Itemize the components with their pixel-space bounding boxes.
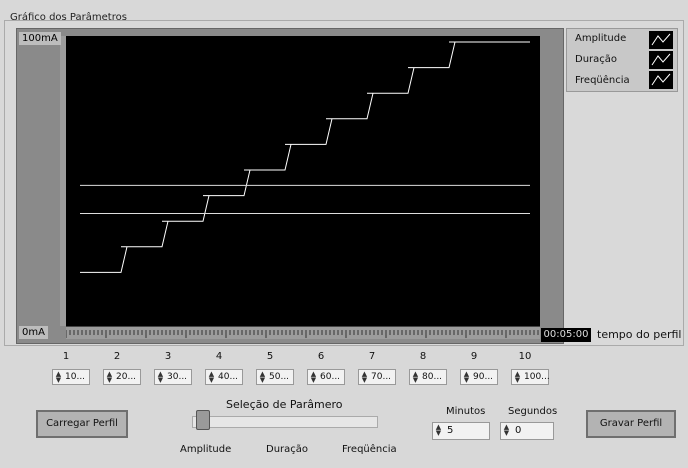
- param-value-2[interactable]: ▲ ▼ 20...: [103, 369, 141, 385]
- selector-option-duracao[interactable]: Duração: [266, 444, 308, 455]
- param-number-3: 3: [164, 351, 172, 362]
- param-value-text: 60...: [320, 372, 341, 382]
- parameter-selector-track[interactable]: [192, 416, 378, 428]
- seconds-label: Segundos: [508, 406, 558, 417]
- param-value-10[interactable]: ▲ ▼ 100...: [511, 369, 550, 385]
- seconds-field[interactable]: ▲ ▼ 0: [500, 422, 554, 440]
- series-amplitude-line: [80, 41, 530, 273]
- spinner-icon[interactable]: ▲ ▼: [207, 371, 216, 384]
- param-value-9[interactable]: ▲ ▼ 90...: [460, 369, 498, 385]
- spinner-icon[interactable]: ▲ ▼: [309, 371, 318, 384]
- legend-duracao: Duração: [575, 54, 618, 65]
- legend-amplitude: Amplitude: [575, 33, 627, 44]
- param-value-text: 30...: [167, 372, 188, 382]
- legend-frequencia: Freqüência: [575, 75, 630, 86]
- chart-svg: [80, 41, 530, 273]
- param-number-2: 2: [113, 351, 121, 362]
- param-value-text: 50...: [269, 372, 290, 382]
- param-value-text: 70...: [371, 372, 392, 382]
- param-number-7: 7: [368, 351, 376, 362]
- spinner-icon[interactable]: ▲ ▼: [513, 371, 522, 384]
- spinner-icon[interactable]: ▲ ▼: [258, 371, 267, 384]
- x-axis-ticks: [65, 326, 540, 339]
- spinner-icon[interactable]: ▲ ▼: [360, 371, 369, 384]
- time-indicator: 00:05:00: [541, 328, 591, 342]
- load-profile-button[interactable]: Carregar Perfil: [36, 410, 128, 438]
- param-value-1[interactable]: ▲ ▼ 10...: [52, 369, 90, 385]
- param-number-8: 8: [419, 351, 427, 362]
- param-value-5[interactable]: ▲ ▼ 50...: [256, 369, 294, 385]
- minutes-label: Minutos: [446, 406, 486, 417]
- selector-option-frequencia[interactable]: Freqüência: [342, 444, 397, 455]
- param-value-3[interactable]: ▲ ▼ 30...: [154, 369, 192, 385]
- selector-option-amplitude[interactable]: Amplitude: [180, 444, 231, 455]
- spinner-icon[interactable]: ▲ ▼: [462, 371, 471, 384]
- param-number-9: 9: [470, 351, 478, 362]
- y-max-label: 100mA: [19, 32, 61, 45]
- param-value-4[interactable]: ▲ ▼ 40...: [205, 369, 243, 385]
- time-label: tempo do perfil: [597, 328, 682, 341]
- spinner-icon[interactable]: ▲ ▼: [434, 424, 443, 437]
- param-value-text: 100...: [524, 372, 550, 382]
- save-profile-button[interactable]: Gravar Perfil: [586, 410, 676, 438]
- spinner-icon[interactable]: ▲ ▼: [54, 371, 63, 384]
- spinner-icon[interactable]: ▲ ▼: [156, 371, 165, 384]
- param-value-text: 80...: [422, 372, 443, 382]
- param-value-8[interactable]: ▲ ▼ 80...: [409, 369, 447, 385]
- parameter-selector-thumb[interactable]: [196, 410, 210, 430]
- legend-duracao-swatch[interactable]: [649, 51, 673, 69]
- param-value-7[interactable]: ▲ ▼ 70...: [358, 369, 396, 385]
- selector-title: Seleção de Parâmero: [226, 398, 343, 411]
- param-value-6[interactable]: ▲ ▼ 60...: [307, 369, 345, 385]
- spinner-icon[interactable]: ▲ ▼: [502, 424, 511, 437]
- plot-area: [66, 36, 540, 326]
- legend-frequencia-swatch[interactable]: [649, 71, 673, 89]
- spinner-icon[interactable]: ▲ ▼: [411, 371, 420, 384]
- param-value-text: 40...: [218, 372, 239, 382]
- param-number-10: 10: [518, 351, 532, 362]
- y-min-label: 0mA: [19, 326, 48, 339]
- legend-amplitude-swatch[interactable]: [649, 31, 673, 49]
- minutes-field[interactable]: ▲ ▼ 5: [432, 422, 490, 440]
- param-number-5: 5: [266, 351, 274, 362]
- legend[interactable]: Amplitude Duração Freqüência: [566, 28, 678, 92]
- param-value-text: 90...: [473, 372, 494, 382]
- param-value-text: 10...: [65, 372, 86, 382]
- param-number-4: 4: [215, 351, 223, 362]
- param-number-1: 1: [62, 351, 70, 362]
- param-number-6: 6: [317, 351, 325, 362]
- param-value-text: 20...: [116, 372, 137, 382]
- spinner-icon[interactable]: ▲ ▼: [105, 371, 114, 384]
